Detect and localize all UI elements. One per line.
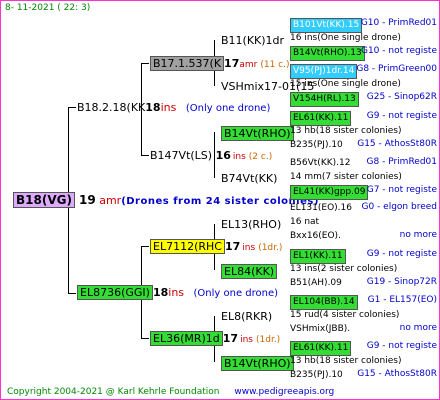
sire-node[interactable]: B18.2.18(KK18ins (Only one drone) — [77, 101, 270, 115]
l4-registration: G1 - EL157(EO) — [367, 295, 437, 305]
l4-registration: G9 - not registe — [366, 341, 437, 351]
l4-registration: G19 - Sinop72R — [366, 277, 437, 287]
website-link[interactable]: www.pedigreeapis.org — [234, 387, 334, 397]
root-number: 19 — [79, 193, 96, 207]
tree-line — [141, 338, 149, 339]
l4-node[interactable]: 13 hb(18 sister colonies) — [290, 125, 401, 138]
l3-node[interactable]: EL84(KK) — [221, 264, 278, 279]
l3-node[interactable]: EL13(RHO) — [221, 218, 281, 231]
root-node[interactable]: B18(VG) — [13, 192, 75, 208]
sire-number: 18 — [145, 101, 161, 114]
copyright-text: Copyright 2004-2021 @ Karl Kehrle Founda… — [7, 387, 220, 397]
sd-ins: ins — [232, 152, 246, 162]
sd-note: (2 c.) — [248, 152, 273, 162]
l4-node[interactable]: 15 rud(4 sister colonies) — [290, 309, 399, 322]
l4-registration: G7 - not registe — [366, 185, 437, 195]
dd-name[interactable]: EL36(MR)1d — [150, 331, 223, 346]
l4-registration: G15 - AthosSt80R — [357, 139, 437, 149]
tree-line — [68, 107, 76, 108]
pedigree-frame: 8- 11-2021 ( 22: 3) B18(VG) 19 amr(Drone… — [0, 0, 440, 400]
tree-line — [141, 246, 149, 247]
ds-name[interactable]: EL7112(RHC — [150, 239, 225, 254]
dd-ins: ins — [240, 335, 253, 345]
ds-note: (1dr.) — [258, 243, 283, 253]
dam-name[interactable]: EL8736(GGI) — [77, 285, 153, 300]
footer: Copyright 2004-2021 @ Karl Kehrle Founda… — [7, 387, 346, 397]
sire-name[interactable]: B18.2.18(KK — [77, 101, 145, 114]
date-header: 8- 11-2021 ( 22: 3) — [5, 3, 91, 13]
ds-ins: ins — [242, 243, 256, 253]
l4-registration: G15 - AthosSt80R — [357, 369, 437, 379]
sire-note: (Only one drone) — [185, 103, 271, 114]
l4-registration: G10 - not registe — [360, 46, 437, 56]
dam-ins: ins — [168, 286, 185, 299]
l4-node[interactable]: 13 ins(2 sister colonies) — [290, 263, 397, 276]
l4-registration: G9 - not registe — [366, 111, 437, 121]
l4-registration: G8 - PrimGreen00 — [356, 64, 437, 74]
l4-node[interactable]: 15 ins(One single drone) — [290, 78, 401, 91]
l4-registration: no more — [399, 230, 437, 240]
l3-node[interactable]: B74Vt(KK) — [221, 172, 277, 185]
sire-ins: ins — [160, 101, 177, 114]
l4-registration: G25 - Sinop62R — [366, 92, 437, 102]
l3-node[interactable]: B14Vt(RHO) — [221, 356, 294, 371]
l4-node[interactable]: 14 mm(7 sister colonies) — [290, 171, 402, 184]
l4-registration: G9 - not registe — [366, 249, 437, 259]
l4-registration: G10 - PrimRed01 — [360, 18, 437, 28]
tree-line — [141, 63, 149, 64]
dd-node[interactable]: EL36(MR)1d 17 ins (1dr.) — [150, 331, 281, 347]
sd-node[interactable]: B147Vt(LS) 16 ins (2 c.) — [150, 149, 272, 164]
sd-number: 16 — [215, 149, 231, 162]
dd-note: (1dr.) — [256, 335, 281, 345]
ss-number: 17 — [224, 57, 240, 70]
dam-note: (Only one drone) — [193, 288, 279, 299]
l3-node[interactable]: EL8(RKR) — [221, 310, 272, 323]
root-name[interactable]: B18(VG) — [13, 192, 75, 208]
tree-line — [68, 293, 76, 294]
dd-number: 17 — [222, 332, 239, 345]
l4-node[interactable]: 13 hb(18 sister colonies) — [290, 355, 401, 368]
l4-node[interactable]: 16 nat — [290, 216, 319, 229]
ss-node[interactable]: B17.1.537(K 17amr (11 c.) — [150, 56, 290, 72]
l3-node[interactable]: B11(KK)1dr — [221, 34, 284, 47]
ds-number: 17 — [224, 240, 241, 253]
root-ins: amr — [99, 194, 122, 207]
tree-line — [141, 155, 149, 156]
ss-name[interactable]: B17.1.537(K — [150, 56, 225, 71]
l4-registration: G8 - PrimRed01 — [366, 157, 437, 167]
l4-registration: no more — [399, 323, 437, 333]
ss-ins: amr — [239, 60, 258, 70]
root-info: 19 amr(Drones from 24 sister colonies) — [79, 194, 319, 208]
l4-registration: G0 - elgon breed — [361, 202, 438, 212]
sd-name[interactable]: B147Vt(LS) — [150, 149, 212, 162]
ds-node[interactable]: EL7112(RHC 17 ins (1dr.) — [150, 239, 283, 255]
dam-number: 18 — [152, 286, 169, 299]
l3-node[interactable]: B14Vt(RHO) — [221, 126, 294, 141]
l4-node[interactable]: 16 ins(One single drone) — [290, 32, 401, 45]
dam-node[interactable]: EL8736(GGI) 18ins (Only one drone) — [77, 285, 279, 300]
